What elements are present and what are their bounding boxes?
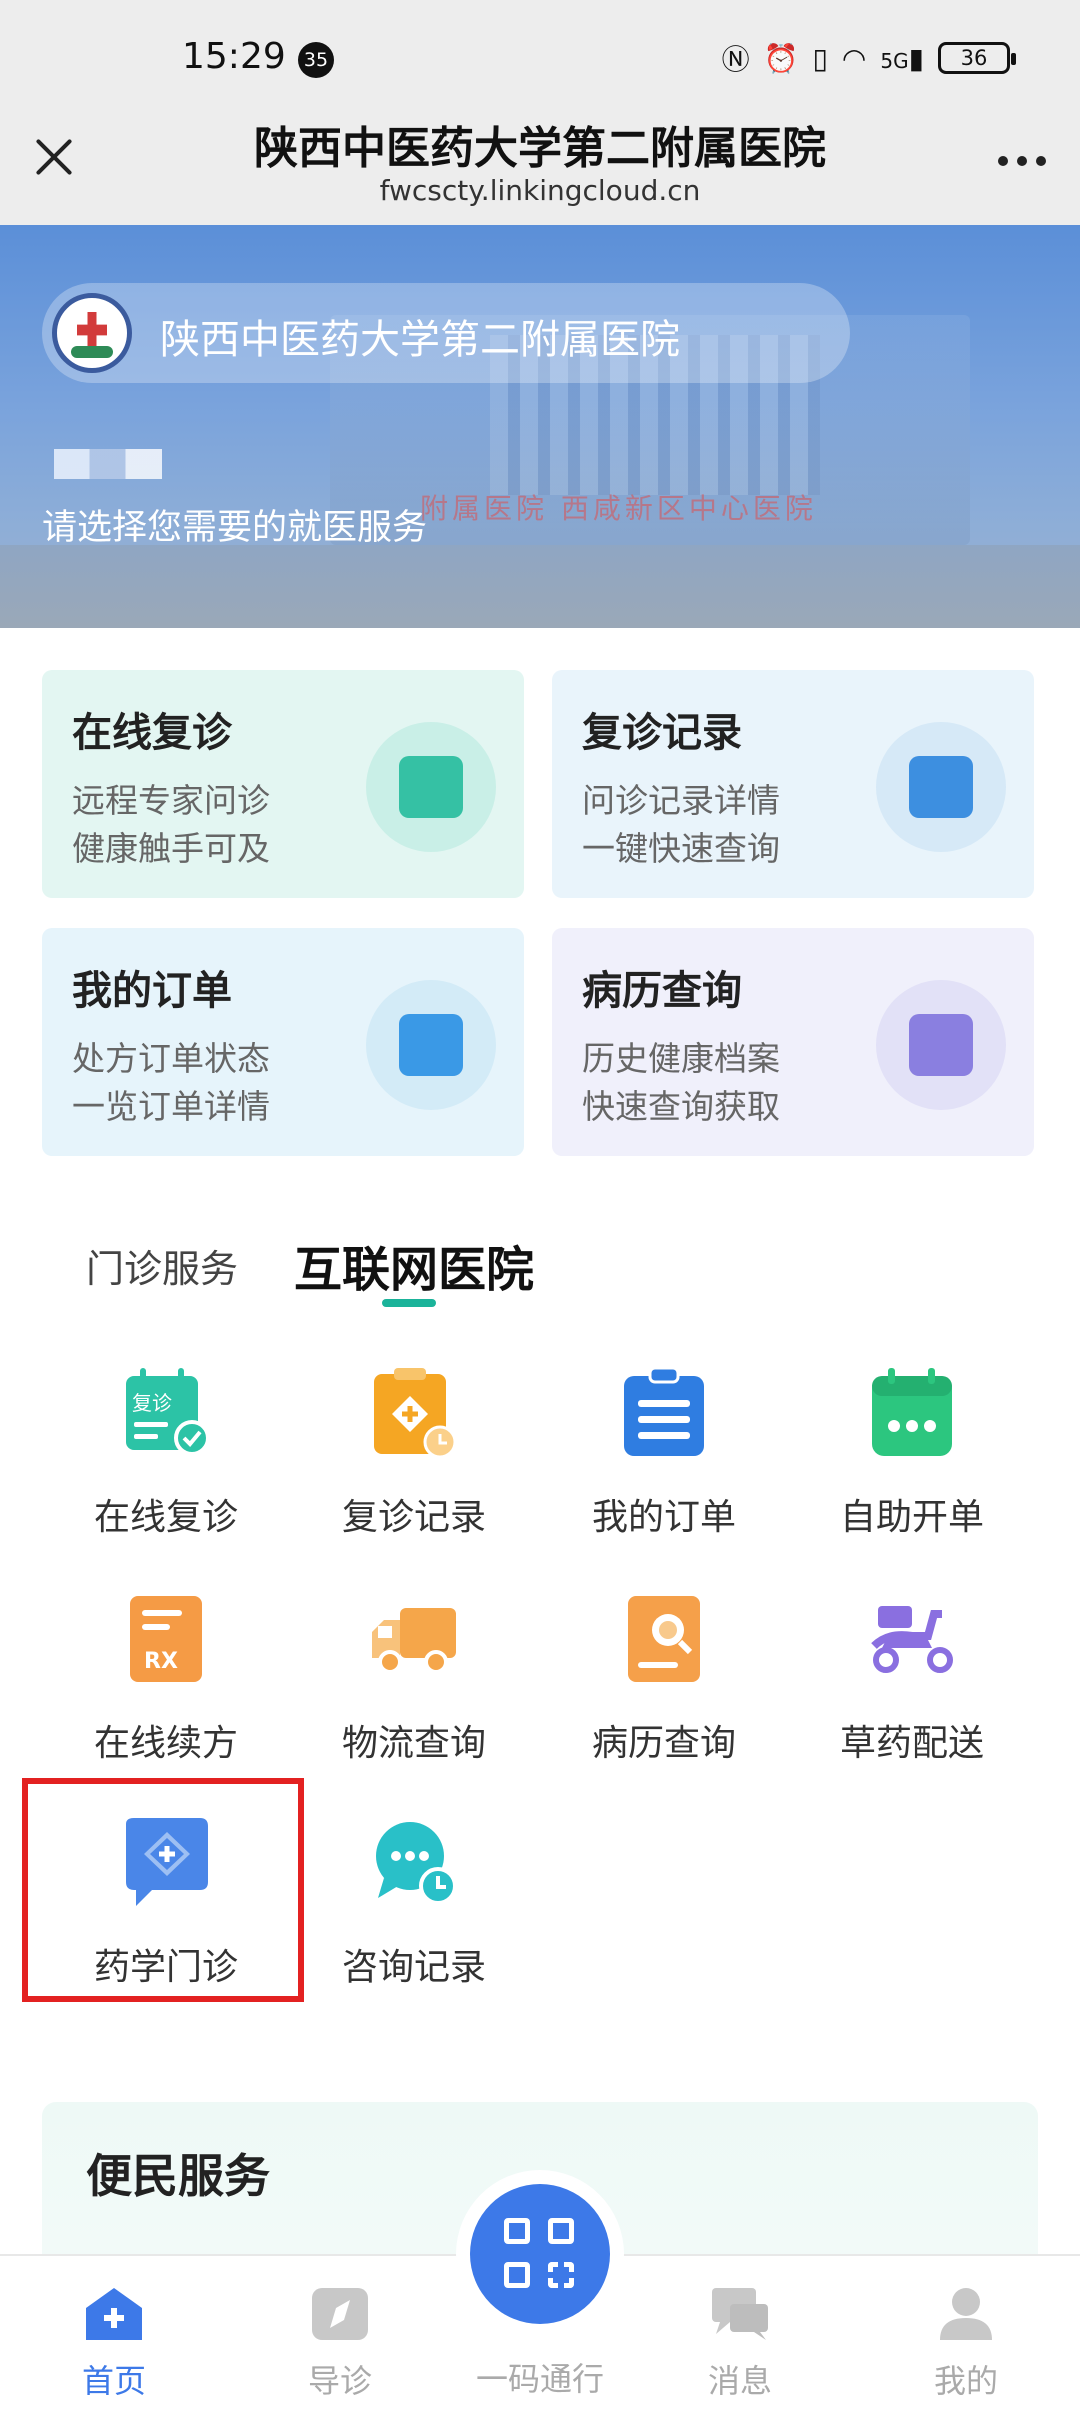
service-label: 物流查询	[341, 1723, 486, 1764]
service-self-order[interactable]: 自助开单	[792, 1366, 1012, 1566]
scooter-icon	[871, 1606, 953, 1673]
service-consult-records[interactable]: 咨询记录	[294, 1816, 514, 2016]
card-line1: 问诊记录详情	[582, 781, 780, 820]
hospital-name-pill[interactable]: 陕西中医药大学第二附属医院	[42, 283, 850, 383]
service-label: 在线复诊	[93, 1497, 238, 1538]
card-line1: 历史健康档案	[582, 1039, 780, 1078]
nfc-icon: Ⓝ	[721, 43, 750, 76]
compass-icon	[312, 2288, 368, 2340]
vibrate-icon: ▯	[812, 41, 828, 75]
blurred-text	[54, 449, 162, 479]
card-title: 在线复诊	[72, 710, 232, 756]
service-label: 复诊记录	[341, 1497, 486, 1538]
nav-qr-pass[interactable]	[456, 2170, 624, 2338]
card-line2: 健康触手可及	[72, 829, 270, 868]
banner-ground	[0, 545, 1080, 628]
user-icon	[940, 2288, 992, 2340]
status-icons: Ⓝ ⏰ ▯ ◠ 5G▮ 36	[721, 38, 1016, 78]
service-label: 我的订单	[591, 1497, 736, 1538]
wifi-icon: ◠	[841, 41, 867, 75]
signal-icon: 5G▮	[880, 41, 924, 75]
card-title: 病历查询	[582, 968, 742, 1014]
card-revisit-records[interactable]: 复诊记录 问诊记录详情 一键快速查询	[552, 670, 1034, 898]
svg-text:复诊: 复诊	[132, 1391, 172, 1415]
card-my-orders[interactable]: 我的订单 处方订单状态 一览订单详情	[42, 928, 524, 1156]
service-label: 自助开单	[839, 1497, 984, 1538]
hospital-name: 陕西中医药大学第二附属医院	[160, 317, 680, 363]
nav-label: 一码通行	[475, 2360, 604, 2398]
svg-text:RX: RX	[144, 1649, 178, 1674]
alarm-icon: ⏰	[763, 41, 799, 75]
tab-internet-hospital[interactable]: 互联网医院	[294, 1230, 534, 1300]
nav-profile[interactable]: 我的	[876, 2256, 1056, 2412]
service-label: 咨询记录	[341, 1947, 486, 1988]
nav-label: 首页	[81, 2362, 146, 2400]
revisit-calendar-icon: 复诊	[126, 1368, 210, 1456]
page-title: 陕西中医药大学第二附属医院	[254, 123, 826, 174]
service-medical-records[interactable]: 病历查询	[544, 1592, 764, 1792]
document-search-icon	[628, 1596, 700, 1682]
highlight-box	[22, 1778, 304, 2002]
chat-clock-icon	[376, 1822, 457, 1905]
nav-label: 导诊	[307, 2362, 372, 2400]
active-tab-indicator	[382, 1299, 436, 1307]
calendar-icon	[872, 1368, 952, 1456]
status-time: 15:29	[182, 36, 286, 77]
service-herb-delivery[interactable]: 草药配送	[792, 1592, 1012, 1792]
battery-icon: 36	[938, 42, 1016, 74]
clipboard-clock-icon	[374, 1368, 457, 1459]
service-online-renewal[interactable]: RX 在线续方	[46, 1592, 266, 1792]
nav-guide[interactable]: 导诊	[250, 2256, 430, 2412]
checklist-icon	[366, 980, 496, 1110]
truck-icon	[372, 1608, 456, 1674]
card-line2: 一键快速查询	[582, 829, 780, 868]
service-logistics[interactable]: 物流查询	[294, 1592, 514, 1792]
banner-subtitle: 请选择您需要的就医服务	[42, 508, 428, 548]
notification-count-badge: 35	[298, 42, 334, 78]
card-medical-records[interactable]: 病历查询 历史健康档案 快速查询获取	[552, 928, 1034, 1156]
card-title: 我的订单	[72, 968, 232, 1014]
more-options-icon[interactable]	[998, 156, 1046, 166]
service-revisit-records[interactable]: 复诊记录	[294, 1366, 514, 1566]
tab-outpatient-services[interactable]: 门诊服务	[86, 1238, 238, 1293]
medical-record-icon	[876, 980, 1006, 1110]
section-title: 便民服务	[86, 2149, 270, 2203]
nav-home[interactable]: 首页	[24, 2256, 204, 2412]
nav-messages[interactable]: 消息	[650, 2256, 830, 2412]
service-online-revisit[interactable]: 复诊 在线复诊	[46, 1366, 266, 1566]
card-line1: 远程专家问诊	[72, 781, 270, 820]
nav-label: 消息	[707, 2362, 772, 2400]
message-icon	[712, 2288, 768, 2340]
service-my-orders[interactable]: 我的订单	[544, 1366, 764, 1566]
rx-document-icon: RX	[130, 1596, 202, 1682]
home-plus-icon	[86, 2288, 142, 2340]
qr-code-icon	[470, 2184, 610, 2324]
service-label: 在线续方	[93, 1723, 238, 1764]
hospital-logo-icon	[52, 293, 132, 373]
card-line2: 一览订单详情	[72, 1087, 270, 1126]
service-label: 草药配送	[839, 1723, 984, 1764]
card-title: 复诊记录	[582, 710, 742, 756]
card-online-revisit[interactable]: 在线复诊 远程专家问诊 健康触手可及	[42, 670, 524, 898]
card-line2: 快速查询获取	[582, 1087, 780, 1126]
service-label: 病历查询	[591, 1723, 736, 1764]
card-line1: 处方订单状态	[72, 1039, 270, 1078]
building-sign: 附属医院 西咸新区中心医院	[420, 492, 817, 525]
page-url: fwcscty.linkingcloud.cn	[379, 174, 701, 207]
nav-label: 我的	[933, 2362, 998, 2400]
clipboard-list-icon	[624, 1366, 704, 1456]
stethoscope-record-icon	[876, 722, 1006, 852]
hospital-banner: 附属医院 西咸新区中心医院 陕西中医药大学第二附属医院 请选择您需要的就医服务	[0, 225, 1080, 628]
browser-title-bar: 陕西中医药大学第二附属医院 fwcscty.linkingcloud.cn	[0, 100, 1080, 225]
video-consult-icon	[366, 722, 496, 852]
